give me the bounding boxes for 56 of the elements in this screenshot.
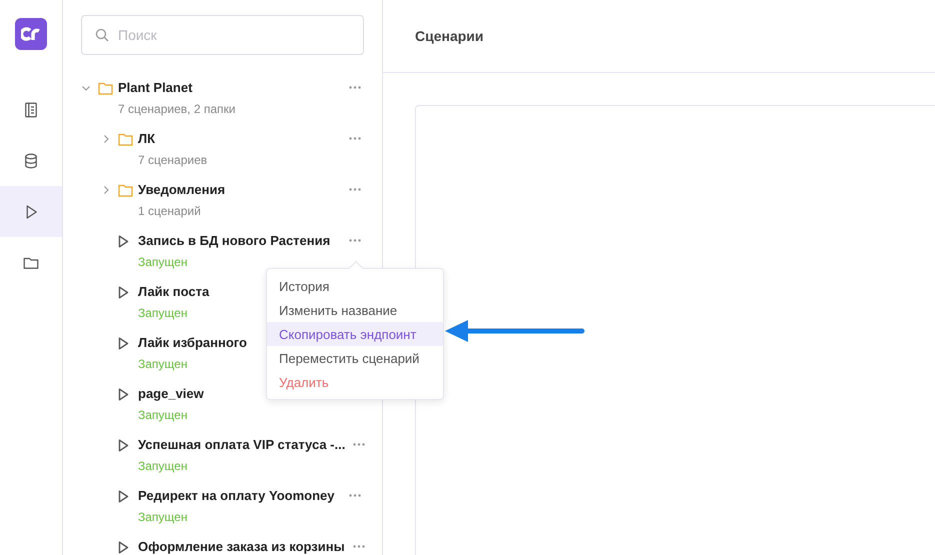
more-button[interactable] xyxy=(349,494,361,497)
ellipsis-icon xyxy=(352,545,365,548)
search-field[interactable]: Поиск xyxy=(81,15,364,55)
ellipsis-icon xyxy=(349,137,361,140)
play-icon xyxy=(118,388,129,400)
scenario-status: Запущен xyxy=(138,407,188,423)
play-icon xyxy=(118,336,129,350)
scenario-name[interactable]: Успешная оплата VIP статуса -... xyxy=(138,436,346,454)
menu-item[interactable]: Изменить название xyxy=(267,298,443,322)
play-icon xyxy=(118,234,129,248)
scenario-status: Запущен xyxy=(138,458,188,474)
menu-item[interactable]: Скопировать эндпоинт xyxy=(267,322,443,346)
ellipsis-icon xyxy=(349,86,361,89)
ellipsis-icon xyxy=(353,443,366,446)
folder-icon xyxy=(98,82,113,94)
search-icon xyxy=(95,28,109,42)
chevron-right-icon[interactable] xyxy=(101,134,111,144)
ellipsis-icon xyxy=(349,188,361,191)
app-logo[interactable] xyxy=(15,18,47,50)
scenario-status: Запущен xyxy=(138,305,188,321)
scenario-status: Запущен xyxy=(138,356,188,372)
folder-icon xyxy=(118,132,133,146)
notebook-icon xyxy=(22,100,40,118)
folder-count: 7 сценариев, 2 папки xyxy=(118,101,236,117)
more-button[interactable] xyxy=(352,545,365,548)
scenario-status: Запущен xyxy=(138,509,188,525)
page-title: Сценарии xyxy=(415,28,484,44)
folder-name[interactable]: ЛК xyxy=(138,130,156,148)
scenario-name[interactable]: Оформление заказа из корзины xyxy=(138,538,345,555)
scenario-name[interactable]: page_view xyxy=(138,385,204,403)
ellipsis-icon xyxy=(349,494,361,497)
menu-item[interactable]: Переместить сценарий xyxy=(267,346,443,370)
more-button[interactable] xyxy=(349,137,361,140)
database-icon xyxy=(22,152,40,170)
play-icon xyxy=(118,438,129,452)
scenario-name[interactable]: Лайк избранного xyxy=(138,334,247,352)
scenario-status: Запущен xyxy=(138,254,188,270)
folder-count: 7 сценариев xyxy=(138,152,208,168)
scenario-name[interactable]: Лайк поста xyxy=(138,283,210,301)
more-button[interactable] xyxy=(349,239,361,242)
play-icon xyxy=(118,286,129,298)
folder-icon xyxy=(118,184,133,196)
chevron-down-icon[interactable] xyxy=(81,83,91,93)
chevron-right-icon[interactable] xyxy=(101,185,111,195)
play-icon xyxy=(118,540,129,554)
more-button[interactable] xyxy=(349,86,361,89)
play-icon xyxy=(118,490,129,502)
folder-count: 1 сценарий xyxy=(138,203,201,219)
scenario-name[interactable]: Запись в БД нового Растения xyxy=(138,232,330,250)
ellipsis-icon xyxy=(349,239,361,242)
more-button[interactable] xyxy=(349,188,361,191)
scenario-name[interactable]: Редирект на оплату Yoomoney xyxy=(138,487,334,505)
more-button[interactable] xyxy=(353,443,366,446)
menu-item[interactable]: История xyxy=(267,274,443,298)
folder-name[interactable]: Уведомления xyxy=(138,181,226,199)
folder-name[interactable]: Plant Planet xyxy=(118,79,192,97)
